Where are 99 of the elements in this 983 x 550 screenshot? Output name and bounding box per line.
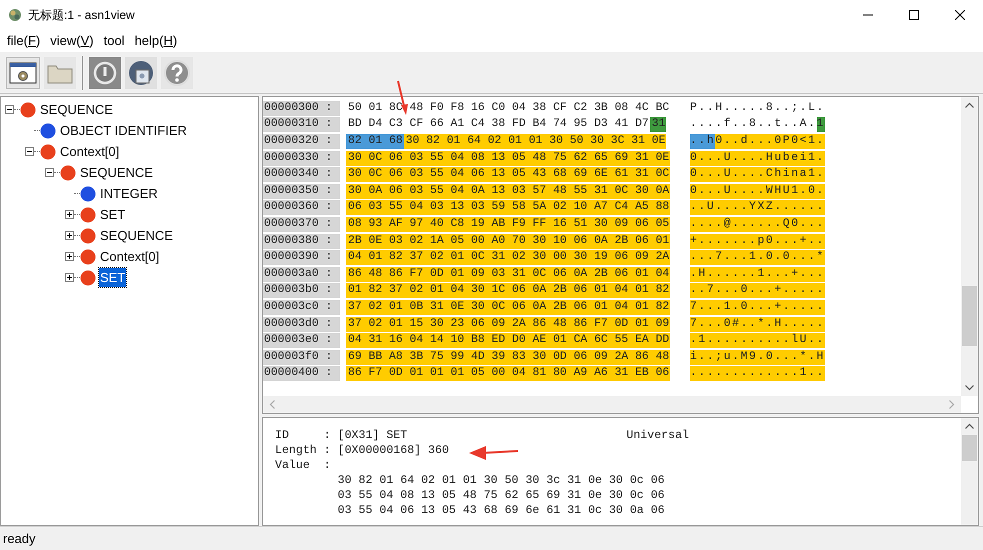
row-address: 00000330 : <box>263 150 340 166</box>
tree-node[interactable]: INTEGER <box>99 184 159 204</box>
collapse-icon[interactable] <box>25 147 34 156</box>
tree-node[interactable]: Context[0] <box>59 142 120 162</box>
detail-line: Value : <box>275 458 331 473</box>
row-address: 00000390 : <box>263 250 340 266</box>
expand-icon[interactable] <box>65 252 74 261</box>
hex-bytes: 37 02 01 15 30 23 06 09 2A 86 48 86 F7 0D 01 09 <box>346 316 670 332</box>
collapse-icon[interactable] <box>5 105 14 114</box>
hex-bytes: 86 48 86 F7 0D 01 09 03 31 0C 06 0A 2B 06 01 04 <box>346 266 670 282</box>
scrollbar-thumb[interactable] <box>962 286 977 346</box>
row-address: 00000300 : <box>263 100 340 116</box>
ascii-text: ...7...1.0.0...* <box>690 250 825 266</box>
window-gear-icon[interactable] <box>6 56 40 88</box>
ascii-text: ..7...0...+..... <box>690 283 825 298</box>
ascii-text: +.......p0...+.. <box>690 234 825 249</box>
ascii-text: ..U....YXZ...... <box>690 200 825 216</box>
detail-line: Length : [0X00000168] 360 <box>275 443 449 458</box>
hex-bytes: 31 <box>650 117 666 132</box>
help-icon[interactable] <box>161 56 193 88</box>
hex-bytes: 06 03 55 04 03 13 03 59 58 5A 02 10 A7 C4 A5 88 <box>346 200 670 216</box>
detail-line: ID : [0X31] SET <box>275 428 408 443</box>
row-address: 000003a0 : <box>263 266 340 282</box>
row-address: 00000340 : <box>263 167 340 182</box>
tree-node[interactable]: SET <box>99 268 126 288</box>
globe-picture-icon[interactable] <box>125 56 157 88</box>
ascii-text: P..H.....8..;.L. <box>690 100 825 116</box>
annotation-arrow <box>468 444 518 462</box>
tree-node[interactable]: SEQUENCE <box>99 226 174 246</box>
row-address: 000003c0 : <box>263 300 340 315</box>
ascii-text: 7...1.0...+..... <box>690 300 825 315</box>
hex-bytes: 37 02 01 0B 31 0E 30 0C 06 0A 2B 06 01 04 01 82 <box>346 300 670 315</box>
scrollbar-thumb[interactable] <box>962 435 977 461</box>
menu-item[interactable]: file(F) <box>2 31 46 51</box>
status-text: ready <box>3 530 36 548</box>
scroll-down-icon[interactable] <box>965 385 974 391</box>
collapse-icon[interactable] <box>45 168 54 177</box>
tree-node[interactable]: SEQUENCE <box>39 100 114 120</box>
row-address: 000003e0 : <box>263 333 340 348</box>
ascii-text: 0...U....WHU1.0. <box>690 184 825 199</box>
hex-bytes: BD D4 C3 CF 66 A1 C4 38 FD B4 74 95 D3 41 D7 <box>347 117 650 132</box>
hex-bytes: 30 0C 06 03 55 04 08 13 05 48 75 62 65 69 31 0E <box>346 150 670 166</box>
hex-bytes: 2B 0E 03 02 1A 05 00 A0 70 30 10 06 0A 2B 06 01 <box>346 234 670 249</box>
ascii-text: i..;u.M9.0...*.H <box>690 350 825 365</box>
power-icon[interactable] <box>89 56 121 88</box>
row-address: 000003b0 : <box>263 283 340 298</box>
detail-line: 03 55 04 06 13 05 43 68 69 6e 61 31 0c 30 0a 06 <box>336 503 665 518</box>
ascii-text: 1 <box>816 117 825 132</box>
expand-icon[interactable] <box>65 210 74 219</box>
row-address: 00000350 : <box>263 184 340 199</box>
expand-icon[interactable] <box>65 273 74 282</box>
hex-bytes: 50 01 8C 48 F0 F8 16 C0 04 38 CF C2 3B 08 4C BC <box>347 100 670 116</box>
row-address: 000003f0 : <box>263 350 340 365</box>
ascii-text: ....@......Q0... <box>690 216 825 232</box>
tree-node[interactable]: OBJECT IDENTIFIER <box>59 120 188 140</box>
app-icon <box>8 8 22 22</box>
hex-bytes: 04 31 16 04 14 10 B8 ED D0 AE 01 CA 6C 55 EA DD <box>346 333 670 348</box>
tree-node[interactable]: SEQUENCE <box>79 162 154 182</box>
row-address: 00000380 : <box>263 234 340 249</box>
row-address: 00000310 : <box>263 117 340 132</box>
ascii-text: 0...U....Hubei1. <box>690 150 825 166</box>
ascii-text: 0...U....China1. <box>690 167 825 182</box>
row-address: 000003d0 : <box>263 316 340 332</box>
ascii-text: .1..........lU.. <box>690 333 825 348</box>
hex-bytes: 30 0A 06 03 55 04 0A 13 03 57 48 55 31 0C 30 0A <box>346 184 670 199</box>
row-address: 00000320 : <box>263 134 340 149</box>
hex-bytes: 86 F7 0D 01 01 01 05 00 04 81 80 A9 A6 31 EB 06 <box>346 366 670 382</box>
tree-node[interactable]: SET <box>99 204 126 224</box>
detail-line: 30 82 01 64 02 01 01 30 50 30 3c 31 0e 30 0c 06 <box>336 473 665 488</box>
close-icon[interactable] <box>955 10 965 20</box>
ascii-text: 0..d...0P0<1. <box>715 134 825 149</box>
vertical-scrollbar[interactable] <box>961 97 978 396</box>
window-title: 无标题:1 - asn1view <box>28 7 135 24</box>
ascii-text: .............1.. <box>690 366 825 382</box>
ascii-text: ....f..8..t..A. <box>690 117 817 132</box>
row-address: 00000360 : <box>263 200 340 216</box>
hex-bytes: 30 0C 06 03 55 04 06 13 05 43 68 69 6E 61 31 0C <box>346 167 670 182</box>
menu-item[interactable]: tool <box>98 31 130 51</box>
hex-bytes: 30 82 01 64 02 01 01 30 50 30 3C 31 0E <box>404 134 666 149</box>
scroll-up-icon[interactable] <box>965 102 974 108</box>
hex-bytes: 04 01 82 37 02 01 0C 31 02 30 00 30 19 06 09 2A <box>346 250 670 266</box>
maximize-icon[interactable] <box>909 10 919 20</box>
tree-node[interactable]: Context[0] <box>99 246 160 266</box>
detail-line: 03 55 04 08 13 05 48 75 62 65 69 31 0e 30 0c 06 <box>336 488 665 503</box>
hex-bytes: 82 01 68 <box>346 134 404 149</box>
menu-item[interactable]: help(H) <box>130 31 182 51</box>
menu-item[interactable]: view(V) <box>45 31 99 51</box>
hex-bytes: 01 82 37 02 01 04 30 1C 06 0A 2B 06 01 04 01 82 <box>346 283 670 298</box>
ascii-text: ..h <box>690 134 716 149</box>
row-address: 00000370 : <box>263 216 340 232</box>
ascii-text: .H......1...+... <box>690 266 825 282</box>
ascii-text: 7...0#..*.H..... <box>690 316 825 332</box>
hex-bytes: 08 93 AF 97 40 C8 19 AB F9 FF 16 51 30 09 06 05 <box>346 216 670 232</box>
scroll-up-icon[interactable] <box>965 423 974 429</box>
vertical-scrollbar[interactable] <box>961 418 978 525</box>
expand-icon[interactable] <box>65 231 74 240</box>
tag-class: Universal <box>626 428 689 443</box>
row-address: 00000400 : <box>263 366 340 382</box>
hex-bytes: 69 BB A8 3B 75 99 4D 39 83 30 0D 06 09 2A 86 48 <box>346 350 670 365</box>
